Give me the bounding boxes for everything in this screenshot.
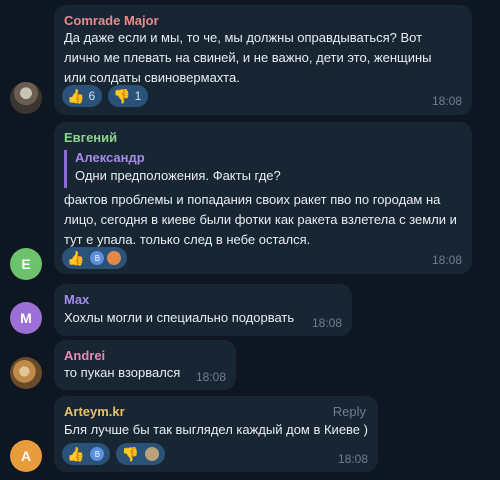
reaction-dislike[interactable]: 👎	[116, 443, 165, 465]
thumbs-up-icon: 👍	[67, 88, 85, 104]
author-name[interactable]: Andrei	[64, 348, 105, 363]
reactions: 👍 6 👎 1	[62, 85, 149, 107]
reactor-avatar: B	[88, 445, 107, 463]
thumbs-up-icon: 👍	[67, 446, 85, 462]
reply-button[interactable]: Reply	[333, 404, 366, 419]
author-name[interactable]: Arteym.kr	[64, 404, 125, 419]
message-text: Хохлы могли и специально подорвать	[64, 310, 295, 325]
message-bubble[interactable]: Comrade Major Да даже если и мы, то че, …	[54, 5, 472, 115]
message-bubble[interactable]: Евгений Александр Одни предположения. Фа…	[54, 122, 472, 274]
reactor-avatar	[105, 249, 124, 267]
message-time: 18:08	[431, 253, 462, 267]
message-time: 18:08	[195, 370, 226, 384]
thumbs-up-icon: 👍	[67, 250, 85, 266]
reaction-like[interactable]: 👍 B	[62, 247, 128, 269]
message-text: фактов проблемы и попадания своих ракет …	[64, 192, 457, 247]
reaction-like[interactable]: 👍 B	[62, 443, 111, 465]
message-bubble[interactable]: Arteym.kr Reply Бля лучше бы так выгляде…	[54, 396, 378, 472]
reactor-avatar	[142, 445, 161, 463]
avatar[interactable]: A	[10, 440, 42, 472]
quote-author: Александр	[75, 150, 145, 165]
message-text: то пукан взорвался	[64, 365, 181, 380]
avatar[interactable]	[10, 82, 42, 114]
reaction-dislike[interactable]: 👎 1	[108, 85, 149, 107]
message-bubble[interactable]: Andrei то пукан взорвался 18:08	[54, 340, 236, 390]
message-bubble[interactable]: Max Хохлы могли и специально подорвать 1…	[54, 284, 352, 336]
reaction-count: 1	[134, 89, 142, 103]
message-text: Да даже если и мы, то че, мы должны опра…	[64, 30, 432, 85]
author-name[interactable]: Евгений	[64, 130, 117, 145]
reaction-like[interactable]: 👍 6	[62, 85, 103, 107]
reactions: 👍 B	[62, 247, 128, 269]
thumbs-down-icon: 👎	[113, 88, 131, 104]
avatar[interactable]: M	[10, 302, 42, 334]
message-time: 18:08	[431, 94, 462, 108]
thumbs-down-icon: 👎	[121, 446, 139, 462]
author-name[interactable]: Comrade Major	[64, 13, 159, 28]
quoted-message[interactable]: Александр Одни предположения. Факты где?	[64, 150, 344, 188]
message-time: 18:08	[337, 452, 368, 466]
reactions: 👍 B 👎	[62, 443, 165, 465]
avatar[interactable]	[10, 357, 42, 389]
author-name[interactable]: Max	[64, 292, 89, 307]
message-text: Бля лучше бы так выглядел каждый дом в К…	[64, 422, 368, 437]
reactor-avatar: B	[88, 249, 107, 267]
message-time: 18:08	[311, 316, 342, 330]
quote-text: Одни предположения. Факты где?	[75, 168, 281, 183]
reaction-count: 6	[88, 89, 96, 103]
avatar[interactable]: E	[10, 248, 42, 280]
